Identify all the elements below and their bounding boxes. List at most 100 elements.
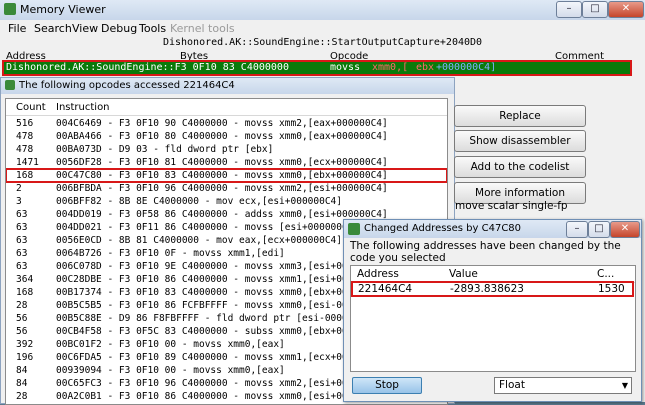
opcode-instruction: 00BC01F2 - F3 0F10 00 - movss xmm0,[eax] bbox=[56, 339, 285, 350]
instruction-hint: move scalar single-fp bbox=[455, 200, 568, 212]
add-to-codelist-button[interactable]: Add to the codelist bbox=[454, 156, 586, 178]
opcode-count: 63 bbox=[16, 261, 28, 272]
opcode-count: 28 bbox=[16, 300, 28, 311]
function-label: Dishonored.AK::SoundEngine::StartOutputC… bbox=[162, 37, 483, 48]
opcode-count: 2 bbox=[16, 183, 22, 194]
menu-file[interactable]: File bbox=[8, 22, 26, 35]
opcode-count: 1471 bbox=[16, 157, 39, 168]
opcode-row[interactable]: 478 00ABA466 - F3 0F10 80 C4000000 - movs… bbox=[6, 130, 447, 143]
opcode-instruction: 006C078D - F3 0F10 9E C4000000 - movss x… bbox=[56, 261, 388, 272]
opcode-instruction: 00B5C5B5 - F3 0F10 86 FCFBFFFF - movss x… bbox=[56, 300, 388, 311]
changed-addresses-description: The following addresses have been change… bbox=[350, 240, 621, 264]
opcode-count: 63 bbox=[16, 248, 28, 259]
changed-value: -2893.838623 bbox=[450, 283, 524, 295]
maximize-button[interactable]: □ bbox=[588, 221, 610, 238]
chevron-down-icon: ▼ bbox=[621, 381, 628, 390]
changed-addresses-title: Changed Addresses by C47C80 bbox=[364, 223, 522, 234]
disassembly-selected-row[interactable]: Dishonored.AK::SoundEngine::F3 0F10 83 C… bbox=[2, 60, 632, 76]
column-comment[interactable]: Comment bbox=[555, 51, 604, 62]
opcode-count: 364 bbox=[16, 274, 34, 285]
opcode-instruction: 00C47C80 - F3 0F10 83 C4000000 - movss x… bbox=[56, 170, 388, 181]
disassembly-register: ebx bbox=[416, 62, 435, 73]
close-button[interactable]: ✕ bbox=[608, 1, 644, 18]
changed-addresses-titlebar[interactable]: Changed Addresses by C47C80 – □ ✕ bbox=[344, 220, 641, 238]
show-disassembler-button[interactable]: Show disassembler bbox=[454, 130, 586, 152]
opcode-instruction: 006BFF82 - 8B 8E C4000000 - mov ecx,[esi… bbox=[56, 196, 342, 207]
opcode-count: 84 bbox=[16, 378, 28, 389]
changed-addresses-list[interactable]: Address Value C... 221464C4 -2893.838623… bbox=[350, 265, 636, 372]
app-icon bbox=[5, 80, 15, 90]
app-icon bbox=[348, 223, 360, 235]
stop-button[interactable]: Stop bbox=[352, 377, 422, 394]
menu-kernel-tools[interactable]: Kernel tools bbox=[170, 22, 235, 35]
opcode-instruction: 00C6FDA5 - F3 0F10 89 C4000000 - movss x… bbox=[56, 352, 388, 363]
changed-addresses-header: Address Value C... bbox=[351, 266, 635, 283]
opcode-row[interactable]: 3 006BFF82 - 8B 8E C4000000 - mov ecx,[es… bbox=[6, 195, 447, 208]
opcode-instruction: 0056DF28 - F3 0F10 81 C4000000 - movss x… bbox=[56, 157, 388, 168]
opcode-count: 478 bbox=[16, 131, 34, 142]
disassembly-mnemonic: movss bbox=[330, 62, 361, 73]
opcodes-list-header: Count Instruction bbox=[6, 99, 447, 116]
disassembly-operand-suffix: +000000C4] bbox=[436, 62, 497, 73]
opcode-count: 478 bbox=[16, 144, 34, 155]
opcode-row[interactable]: 1471 0056DF28 - F3 0F10 81 C4000000 - mov… bbox=[6, 156, 447, 169]
opcode-instruction: 00939094 - F3 0F10 00 - movss xmm0,[eax] bbox=[56, 365, 285, 376]
opcode-count: 56 bbox=[16, 326, 28, 337]
column-count[interactable]: C... bbox=[597, 268, 614, 280]
minimize-button[interactable]: – bbox=[566, 221, 588, 238]
changed-count: 1530 bbox=[598, 283, 625, 295]
opcode-instruction: 00ABA466 - F3 0F10 80 C4000000 - movss x… bbox=[56, 131, 388, 142]
opcode-instruction: 00C65FC3 - F3 0F10 96 C4000000 - movss x… bbox=[56, 378, 388, 389]
column-bytes[interactable]: Bytes bbox=[180, 51, 208, 62]
menu-debug[interactable]: Debug bbox=[101, 22, 137, 35]
value-type-select[interactable]: Float ▼ bbox=[494, 377, 632, 394]
opcodes-title: The following opcodes accessed 221464C4 bbox=[19, 80, 235, 91]
opcode-row[interactable]: 478 00BA073D - D9 03 - fld dword ptr [ebx… bbox=[6, 143, 447, 156]
value-type-selected: Float bbox=[499, 379, 525, 391]
changed-addresses-window: Changed Addresses by C47C80 – □ ✕ The fo… bbox=[343, 219, 642, 402]
changed-address: 221464C4 bbox=[358, 283, 413, 295]
disassembly-address-bytes: Dishonored.AK::SoundEngine::F3 0F10 83 C… bbox=[6, 62, 289, 73]
opcode-count: 63 bbox=[16, 235, 28, 246]
column-instruction[interactable]: Instruction bbox=[56, 102, 110, 113]
opcodes-titlebar[interactable]: The following opcodes accessed 221464C4 bbox=[1, 78, 454, 94]
maximize-button[interactable]: □ bbox=[582, 1, 608, 18]
opcode-row[interactable]: 2 006BFBDA - F3 0F10 96 C4000000 - movss … bbox=[6, 182, 447, 195]
opcode-row[interactable]: 168 00C47C80 - F3 0F10 83 C4000000 - movs… bbox=[6, 168, 447, 183]
opcode-instruction: 004C6469 - F3 0F10 90 C4000000 - movss x… bbox=[56, 118, 388, 129]
opcode-instruction: 00B5C88E - D9 86 F8FBFFFF - fld dword pt… bbox=[56, 313, 377, 324]
disassembly-operand-prefix: xmm0,[ bbox=[372, 62, 409, 73]
memory-viewer-titlebar[interactable]: Memory Viewer – □ ✕ bbox=[0, 0, 645, 21]
menu-view[interactable]: View bbox=[72, 22, 98, 35]
opcode-count: 84 bbox=[16, 365, 28, 376]
opcode-row[interactable]: 516 004C6469 - F3 0F10 90 C4000000 - movs… bbox=[6, 117, 447, 130]
opcode-count: 28 bbox=[16, 391, 28, 402]
minimize-button[interactable]: – bbox=[556, 1, 582, 18]
column-opcode[interactable]: Opcode bbox=[330, 51, 368, 62]
replace-button[interactable]: Replace bbox=[454, 105, 586, 127]
column-value[interactable]: Value bbox=[449, 268, 478, 280]
opcode-instruction: 00BA073D - D9 03 - fld dword ptr [ebx] bbox=[56, 144, 274, 155]
memory-viewer-title: Memory Viewer bbox=[20, 3, 106, 16]
menu-bar: File Search View Debug Tools Kernel tool… bbox=[0, 20, 645, 36]
opcode-instruction: 00B17374 - F3 0F10 83 C4000000 - movss x… bbox=[56, 287, 388, 298]
opcode-count: 392 bbox=[16, 339, 34, 350]
opcode-count: 196 bbox=[16, 352, 34, 363]
opcode-count: 63 bbox=[16, 222, 28, 233]
close-button[interactable]: ✕ bbox=[610, 221, 640, 238]
opcode-count: 3 bbox=[16, 196, 22, 207]
opcode-instruction: 004DD021 - F3 0F11 86 C4000000 - movss [… bbox=[56, 222, 388, 233]
column-address[interactable]: Address bbox=[6, 51, 46, 62]
opcode-count: 516 bbox=[16, 118, 34, 129]
opcode-count: 168 bbox=[16, 287, 34, 298]
opcode-instruction: 0056E0CD - 8B 81 C4000000 - mov eax,[ecx… bbox=[56, 235, 342, 246]
column-count[interactable]: Count bbox=[16, 102, 46, 113]
opcode-instruction: 004DD019 - F3 0F58 86 C4000000 - addss x… bbox=[56, 209, 388, 220]
app-icon bbox=[4, 3, 16, 15]
changed-address-row[interactable]: 221464C4 -2893.838623 1530 bbox=[351, 281, 634, 297]
opcode-count: 168 bbox=[16, 170, 34, 181]
menu-search[interactable]: Search bbox=[34, 22, 72, 35]
opcode-instruction: 00A2C0B1 - F3 0F10 86 C4000000 - movss x… bbox=[56, 391, 388, 402]
menu-tools[interactable]: Tools bbox=[139, 22, 166, 35]
column-address[interactable]: Address bbox=[357, 268, 399, 280]
